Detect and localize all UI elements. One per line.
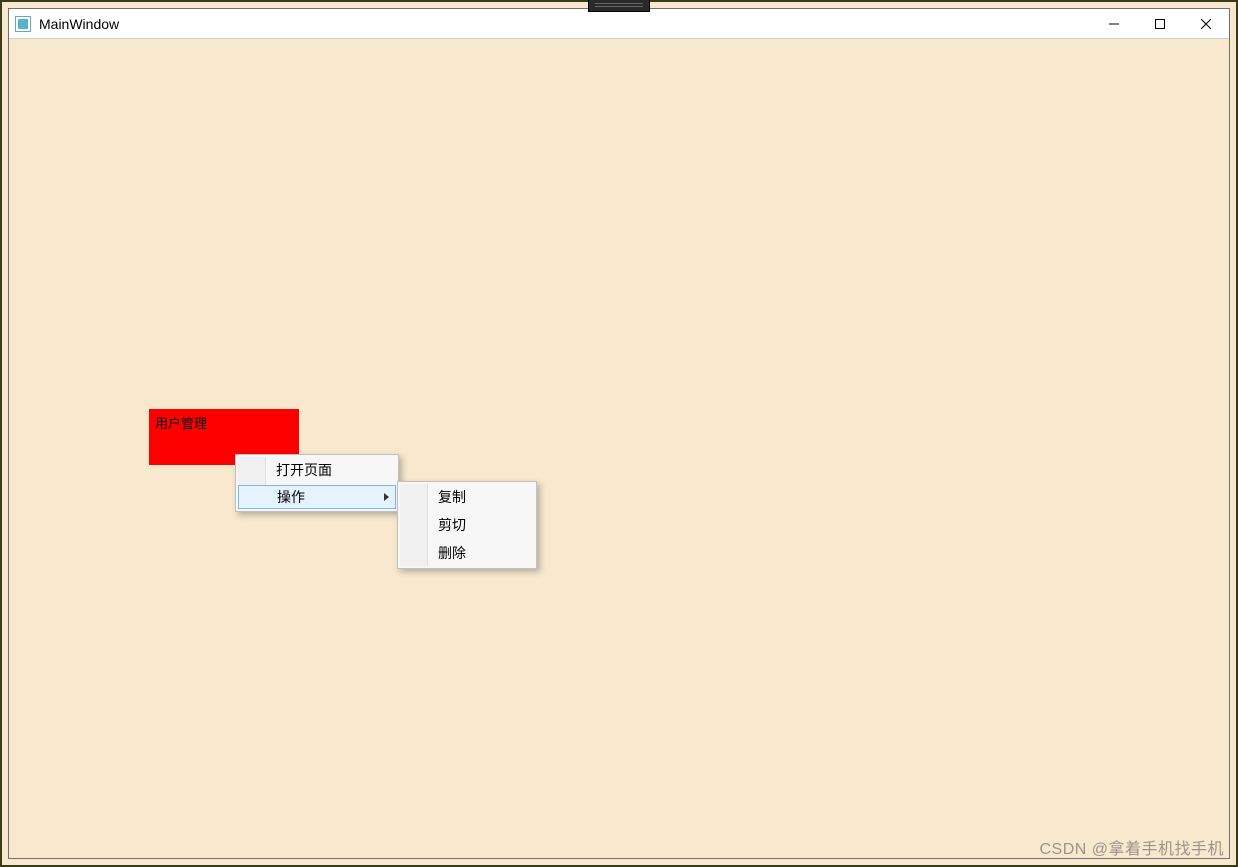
menu-item-label: 操作	[277, 489, 305, 505]
minimize-button[interactable]	[1091, 9, 1137, 38]
menu-item-label: 打开页面	[276, 462, 332, 478]
frame-handle[interactable]	[588, 0, 650, 12]
window-controls	[1091, 9, 1229, 38]
submenu-item-cut[interactable]: 剪切	[400, 512, 534, 538]
client-area: 用户管理 打开页面 操作 复制 剪切 删除	[9, 39, 1229, 858]
menu-item-label: 删除	[438, 545, 466, 561]
close-button[interactable]	[1183, 9, 1229, 38]
titlebar[interactable]: MainWindow	[9, 9, 1229, 39]
menu-item-label: 剪切	[438, 517, 466, 533]
menu-item-operations[interactable]: 操作	[238, 485, 396, 509]
menu-item-open-page[interactable]: 打开页面	[238, 457, 396, 483]
menu-item-label: 复制	[438, 489, 466, 505]
submenu-arrow-icon	[384, 493, 389, 501]
window-title: MainWindow	[39, 16, 1091, 32]
maximize-button[interactable]	[1137, 9, 1183, 38]
submenu-item-delete[interactable]: 删除	[400, 540, 534, 566]
panel-label: 用户管理	[155, 416, 207, 431]
app-icon	[15, 16, 31, 32]
context-submenu: 复制 剪切 删除	[397, 481, 537, 569]
submenu-item-copy[interactable]: 复制	[400, 484, 534, 510]
watermark: CSDN @拿着手机找手机	[1039, 835, 1224, 859]
main-window: MainWindow 用户管理 打开页面 操作	[8, 8, 1230, 859]
context-menu: 打开页面 操作	[235, 454, 399, 512]
